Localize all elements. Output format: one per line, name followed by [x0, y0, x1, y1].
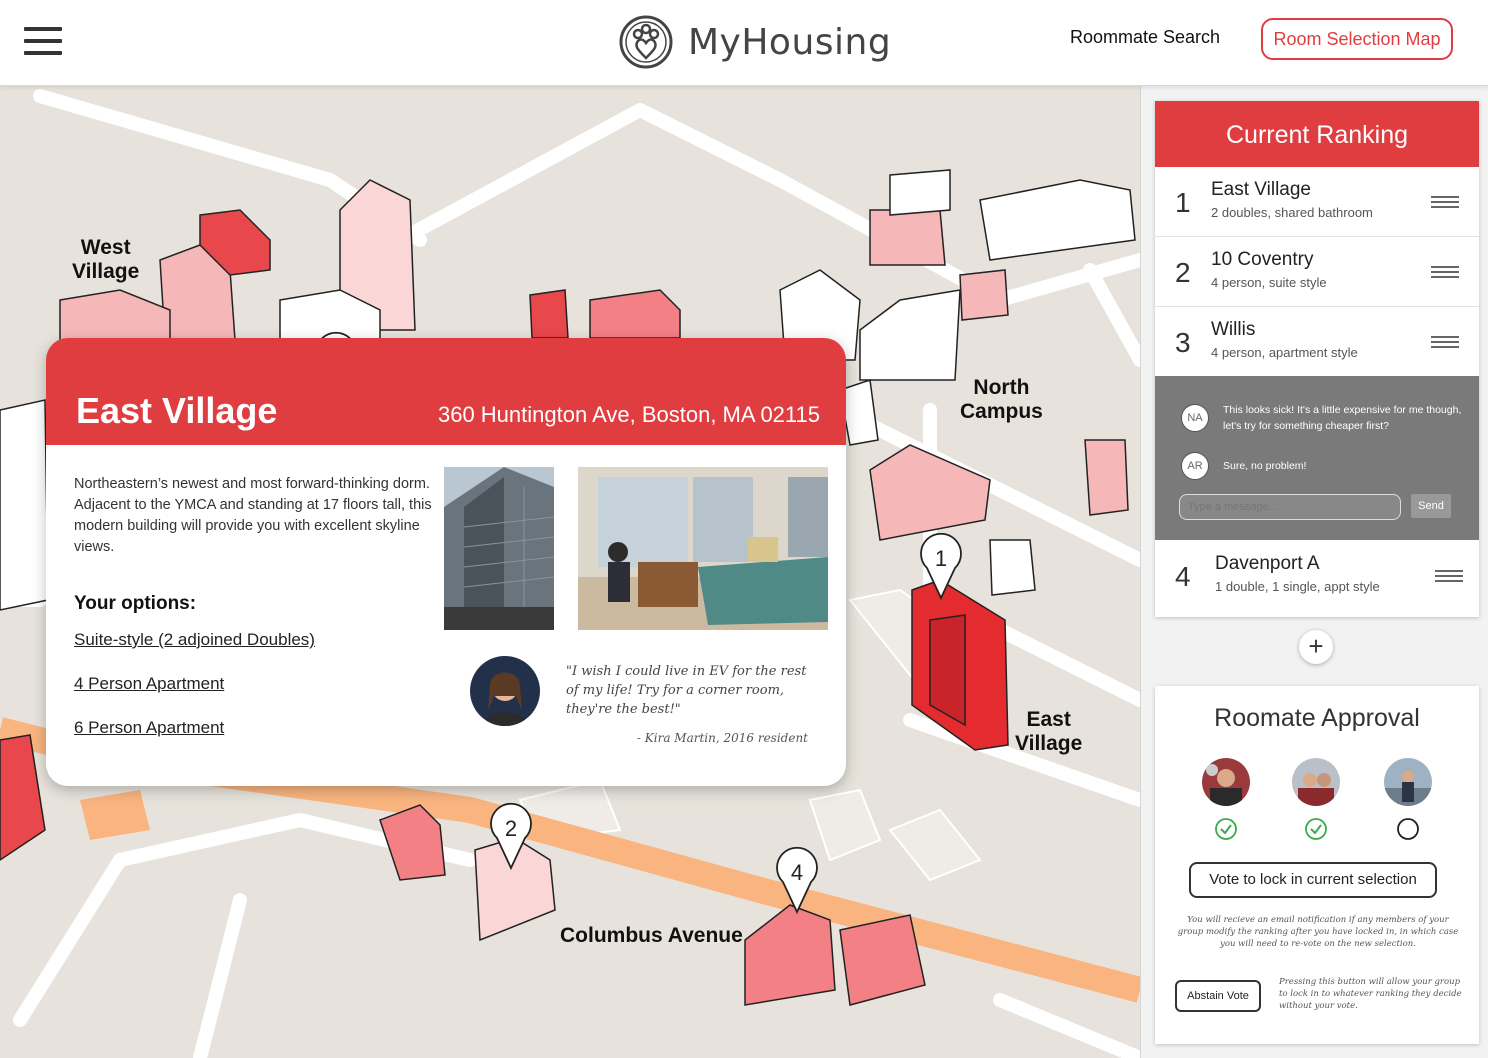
- building-exterior-photo[interactable]: [444, 467, 554, 630]
- svg-text:4: 4: [791, 860, 803, 885]
- resident-avatar: [470, 656, 540, 726]
- drag-handle-icon[interactable]: [1431, 196, 1459, 208]
- west-village-label: West Village: [72, 236, 140, 283]
- east-village-label: East Village: [1015, 708, 1083, 755]
- resident-quote: "I wish I could live in EV for the rest …: [566, 664, 807, 717]
- drag-handle-icon[interactable]: [1435, 570, 1463, 582]
- rank-number: 3: [1175, 327, 1191, 358]
- add-ranking-button[interactable]: +: [1299, 630, 1333, 664]
- approved-check-icon: [1305, 818, 1327, 840]
- option-suite-style[interactable]: Suite-style (2 adjoined Doubles): [74, 630, 315, 650]
- approval-title: Roomate Approval: [1214, 704, 1420, 732]
- ranking-title: Current Ranking: [1155, 101, 1479, 167]
- current-ranking-card: Current Ranking 1 East Village 2 doubles…: [1155, 101, 1479, 617]
- ranking-item[interactable]: 1 East Village 2 doubles, shared bathroo…: [1155, 167, 1479, 237]
- card-header: East Village 360 Huntington Ave, Boston,…: [46, 338, 846, 445]
- drag-handle-icon[interactable]: [1431, 336, 1459, 348]
- option-4-person-apartment[interactable]: 4 Person Apartment: [74, 674, 224, 694]
- rank-detail: 1 double, 1 single, appt style: [1215, 579, 1380, 594]
- north-campus-label: North Campus: [960, 376, 1043, 423]
- rank-number: 1: [1175, 187, 1191, 218]
- app-header: MyHousing Roommate Search Room Selection…: [0, 0, 1488, 86]
- roommate-approval-card: Roomate Approval Vote to lock in current…: [1155, 686, 1479, 1044]
- roommate-avatar[interactable]: [1384, 758, 1432, 806]
- rank-number: 4: [1175, 561, 1191, 592]
- columbus-avenue-label: Columbus Avenue: [560, 924, 743, 947]
- ranking-item[interactable]: 2 10 Coventry 4 person, suite style: [1155, 237, 1479, 307]
- roommate-avatar[interactable]: [1202, 758, 1250, 806]
- svg-text:2: 2: [505, 816, 517, 841]
- chat-send-button[interactable]: Send: [1411, 494, 1451, 518]
- chat-avatar: NA: [1181, 404, 1209, 432]
- roommate-avatar[interactable]: [1292, 758, 1340, 806]
- building-info-card: East Village 360 Huntington Ave, Boston,…: [46, 338, 846, 786]
- options-heading: Your options:: [74, 593, 197, 614]
- rank-detail: 4 person, apartment style: [1211, 345, 1358, 360]
- rank-name: 10 Coventry: [1211, 249, 1314, 270]
- group-chat: NA This looks sick! It's a little expens…: [1155, 376, 1479, 540]
- pending-circle-icon: [1397, 818, 1419, 840]
- abstain-vote-button[interactable]: Abstain Vote: [1175, 980, 1261, 1012]
- option-6-person-apartment[interactable]: 6 Person Apartment: [74, 718, 224, 738]
- svg-text:1: 1: [935, 546, 947, 571]
- brand[interactable]: MyHousing: [618, 14, 891, 70]
- roommate-search-link[interactable]: Roommate Search: [1070, 27, 1220, 48]
- rank-name: Willis: [1211, 319, 1256, 340]
- abstain-note: Pressing this button will allow your gro…: [1279, 977, 1462, 1011]
- room-interior-photo[interactable]: [578, 467, 828, 630]
- building-address: 360 Huntington Ave, Boston, MA 02115: [437, 402, 820, 427]
- chat-message-input[interactable]: [1179, 494, 1401, 520]
- ranking-item[interactable]: 4 Davenport A 1 double, 1 single, appt s…: [1155, 541, 1479, 611]
- rank-detail: 2 doubles, shared bathroom: [1211, 205, 1373, 220]
- vote-lock-in-button[interactable]: Vote to lock in current selection: [1189, 862, 1437, 898]
- side-panel: Current Ranking 1 East Village 2 doubles…: [1140, 86, 1488, 1058]
- brand-name: MyHousing: [688, 21, 892, 63]
- ranking-item[interactable]: 3 Willis 4 person, apartment style: [1155, 307, 1479, 377]
- approved-check-icon: [1215, 818, 1237, 840]
- logo-icon: [619, 15, 673, 69]
- vote-note: You will recieve an email notification i…: [1177, 915, 1459, 949]
- building-title: East Village: [76, 390, 278, 431]
- drag-handle-icon[interactable]: [1431, 266, 1459, 278]
- rank-name: Davenport A: [1215, 553, 1320, 574]
- room-selection-map-button[interactable]: Room Selection Map: [1261, 18, 1453, 60]
- chat-message: Sure, no problem!: [1223, 460, 1307, 472]
- chat-message: This looks sick! It's a little expensive…: [1223, 404, 1462, 432]
- rank-detail: 4 person, suite style: [1211, 275, 1327, 290]
- rank-number: 2: [1175, 257, 1191, 288]
- building-description: Northeastern’s newest and most forward-t…: [74, 476, 432, 555]
- chat-avatar: AR: [1181, 452, 1209, 480]
- rank-name: East Village: [1211, 179, 1311, 200]
- menu-icon[interactable]: [24, 27, 62, 55]
- quote-author: - Kira Martin, 2016 resident: [636, 731, 808, 745]
